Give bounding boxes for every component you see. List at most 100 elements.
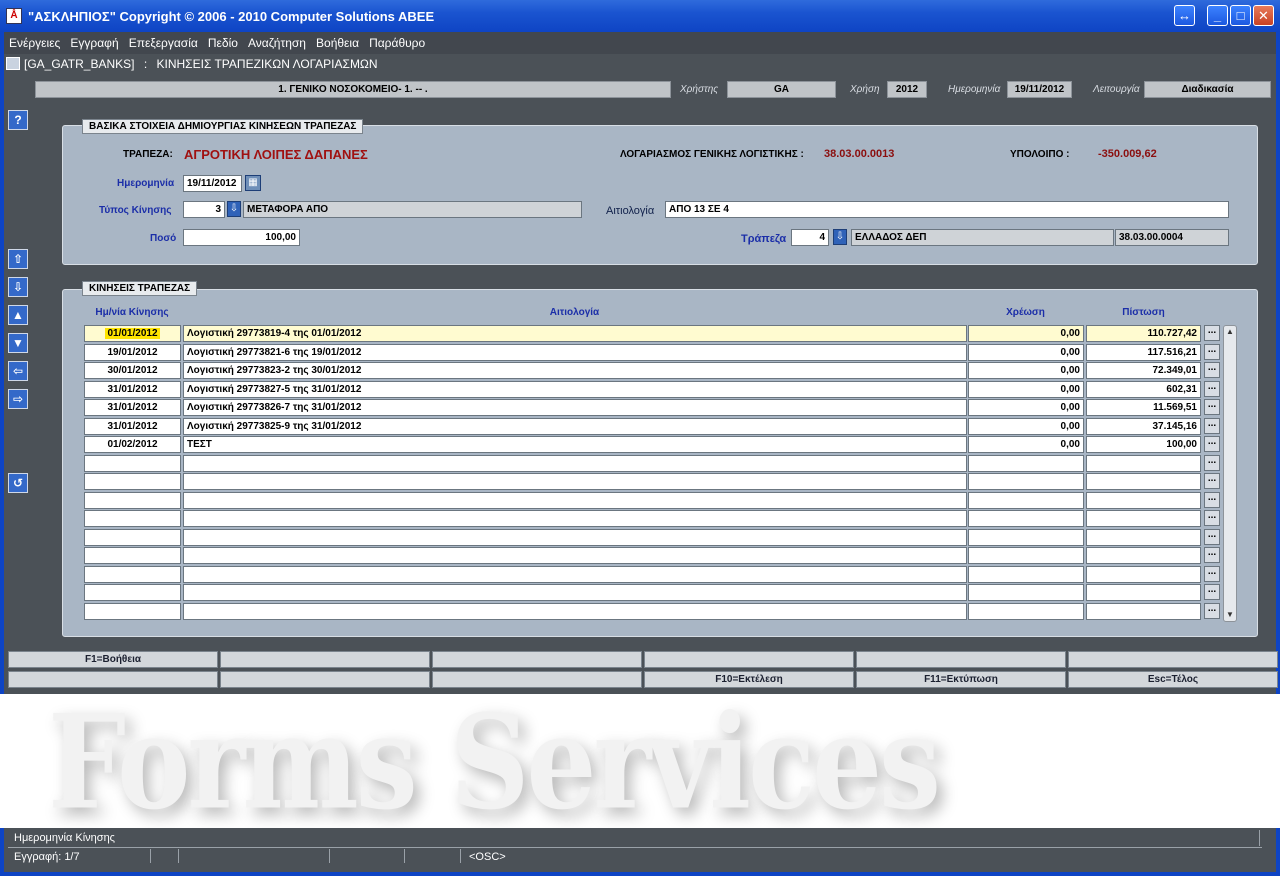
row-credit-cell[interactable]: 117.516,21 bbox=[1086, 344, 1201, 361]
row-details-button[interactable]: ... bbox=[1204, 455, 1220, 471]
previous-field-icon[interactable]: ⇦ bbox=[8, 361, 28, 381]
row-date-cell[interactable]: 30/01/2012 bbox=[84, 362, 181, 379]
row-credit-cell[interactable]: 37.145,16 bbox=[1086, 418, 1201, 435]
row-reason-cell[interactable] bbox=[183, 529, 967, 546]
row-credit-cell[interactable] bbox=[1086, 473, 1201, 490]
function-key-button[interactable] bbox=[1068, 651, 1278, 668]
row-date-cell[interactable] bbox=[84, 566, 181, 583]
calendar-icon[interactable]: ▦ bbox=[245, 175, 261, 191]
row-date-cell[interactable] bbox=[84, 473, 181, 490]
row-reason-cell[interactable] bbox=[183, 584, 967, 601]
reason-input[interactable]: ΑΠΟ 13 ΣΕ 4 bbox=[665, 201, 1229, 218]
row-debit-cell[interactable] bbox=[968, 566, 1084, 583]
first-record-icon[interactable]: ⇧ bbox=[8, 249, 28, 269]
row-reason-cell[interactable] bbox=[183, 547, 967, 564]
row-debit-cell[interactable]: 0,00 bbox=[968, 436, 1084, 453]
row-date-cell[interactable]: 01/02/2012 bbox=[84, 436, 181, 453]
row-date-cell[interactable]: 31/01/2012 bbox=[84, 399, 181, 416]
function-key-button[interactable] bbox=[220, 651, 430, 668]
row-debit-cell[interactable] bbox=[968, 473, 1084, 490]
scroll-up-icon[interactable]: ▲ bbox=[8, 305, 28, 325]
row-details-button[interactable]: ... bbox=[1204, 362, 1220, 378]
menu-edit[interactable]: Επεξεργασία bbox=[129, 36, 198, 50]
menu-field[interactable]: Πεδίο bbox=[208, 36, 238, 50]
movement-type-lov-icon[interactable]: ⇩ bbox=[227, 201, 241, 217]
menu-help[interactable]: Βοήθεια bbox=[316, 36, 359, 50]
minimize-button[interactable]: _ bbox=[1207, 5, 1228, 26]
row-debit-cell[interactable]: 0,00 bbox=[968, 399, 1084, 416]
row-date-cell[interactable] bbox=[84, 584, 181, 601]
scroll-down-icon[interactable]: ▼ bbox=[8, 333, 28, 353]
row-reason-cell[interactable]: Λογιστική 29773827-5 της 31/01/2012 bbox=[183, 381, 967, 398]
row-date-cell[interactable]: 31/01/2012 bbox=[84, 381, 181, 398]
next-field-icon[interactable]: ⇨ bbox=[8, 389, 28, 409]
function-key-button[interactable] bbox=[432, 651, 642, 668]
close-button[interactable]: ✕ bbox=[1253, 5, 1274, 26]
row-details-button[interactable]: ... bbox=[1204, 418, 1220, 434]
row-debit-cell[interactable]: 0,00 bbox=[968, 418, 1084, 435]
row-credit-cell[interactable] bbox=[1086, 584, 1201, 601]
row-reason-cell[interactable] bbox=[183, 566, 967, 583]
row-debit-cell[interactable] bbox=[968, 584, 1084, 601]
row-debit-cell[interactable] bbox=[968, 547, 1084, 564]
function-key-button[interactable]: Esc=Τέλος bbox=[1068, 671, 1278, 688]
row-credit-cell[interactable]: 100,00 bbox=[1086, 436, 1201, 453]
row-reason-cell[interactable]: Λογιστική 29773826-7 της 31/01/2012 bbox=[183, 399, 967, 416]
row-details-button[interactable]: ... bbox=[1204, 399, 1220, 415]
row-reason-cell[interactable]: ΤΕΣΤ bbox=[183, 436, 967, 453]
row-date-cell[interactable]: 19/01/2012 bbox=[84, 344, 181, 361]
row-reason-cell[interactable]: Λογιστική 29773825-9 της 31/01/2012 bbox=[183, 418, 967, 435]
movement-date-input[interactable]: 19/11/2012 bbox=[183, 175, 242, 192]
row-credit-cell[interactable]: 72.349,01 bbox=[1086, 362, 1201, 379]
row-date-cell[interactable] bbox=[84, 492, 181, 509]
row-debit-cell[interactable]: 0,00 bbox=[968, 325, 1084, 342]
row-credit-cell[interactable] bbox=[1086, 547, 1201, 564]
scroll-down-arrow-icon[interactable]: ▼ bbox=[1224, 609, 1236, 621]
amount-input[interactable]: 100,00 bbox=[183, 229, 300, 246]
row-credit-cell[interactable] bbox=[1086, 510, 1201, 527]
vertical-scrollbar[interactable]: ▲ ▼ bbox=[1223, 325, 1237, 622]
row-date-cell[interactable] bbox=[84, 603, 181, 620]
row-details-button[interactable]: ... bbox=[1204, 603, 1220, 619]
target-bank-code-input[interactable]: 4 bbox=[791, 229, 829, 246]
next-record-icon[interactable]: ⇩ bbox=[8, 277, 28, 297]
row-debit-cell[interactable] bbox=[968, 455, 1084, 472]
row-reason-cell[interactable] bbox=[183, 492, 967, 509]
row-credit-cell[interactable] bbox=[1086, 566, 1201, 583]
help-icon[interactable]: ? bbox=[8, 110, 28, 130]
row-details-button[interactable]: ... bbox=[1204, 492, 1220, 508]
row-reason-cell[interactable] bbox=[183, 510, 967, 527]
scroll-up-arrow-icon[interactable]: ▲ bbox=[1224, 326, 1236, 338]
function-key-button[interactable]: F1=Βοήθεια bbox=[8, 651, 218, 668]
row-details-button[interactable]: ... bbox=[1204, 584, 1220, 600]
row-details-button[interactable]: ... bbox=[1204, 325, 1220, 341]
row-reason-cell[interactable] bbox=[183, 473, 967, 490]
row-credit-cell[interactable] bbox=[1086, 603, 1201, 620]
function-key-button[interactable] bbox=[856, 651, 1066, 668]
row-debit-cell[interactable]: 0,00 bbox=[968, 362, 1084, 379]
undo-icon[interactable]: ↺ bbox=[8, 473, 28, 493]
target-bank-lov-icon[interactable]: ⇩ bbox=[833, 229, 847, 245]
row-debit-cell[interactable]: 0,00 bbox=[968, 381, 1084, 398]
row-details-button[interactable]: ... bbox=[1204, 344, 1220, 360]
row-debit-cell[interactable]: 0,00 bbox=[968, 344, 1084, 361]
restore-size-icon[interactable]: ↔ bbox=[1174, 5, 1195, 26]
row-details-button[interactable]: ... bbox=[1204, 473, 1220, 489]
row-credit-cell[interactable]: 11.569,51 bbox=[1086, 399, 1201, 416]
menu-search[interactable]: Αναζήτηση bbox=[248, 36, 306, 50]
row-reason-cell[interactable] bbox=[183, 455, 967, 472]
row-credit-cell[interactable] bbox=[1086, 529, 1201, 546]
row-details-button[interactable]: ... bbox=[1204, 529, 1220, 545]
row-date-cell[interactable]: 01/01/2012 bbox=[84, 325, 181, 342]
row-date-cell[interactable] bbox=[84, 547, 181, 564]
row-details-button[interactable]: ... bbox=[1204, 547, 1220, 563]
row-details-button[interactable]: ... bbox=[1204, 566, 1220, 582]
menu-window[interactable]: Παράθυρο bbox=[369, 36, 425, 50]
maximize-button[interactable]: □ bbox=[1230, 5, 1251, 26]
row-reason-cell[interactable]: Λογιστική 29773819-4 της 01/01/2012 bbox=[183, 325, 967, 342]
row-credit-cell[interactable]: 602,31 bbox=[1086, 381, 1201, 398]
row-debit-cell[interactable] bbox=[968, 492, 1084, 509]
row-date-cell[interactable] bbox=[84, 510, 181, 527]
function-key-button[interactable] bbox=[644, 651, 854, 668]
row-reason-cell[interactable]: Λογιστική 29773821-6 της 19/01/2012 bbox=[183, 344, 967, 361]
